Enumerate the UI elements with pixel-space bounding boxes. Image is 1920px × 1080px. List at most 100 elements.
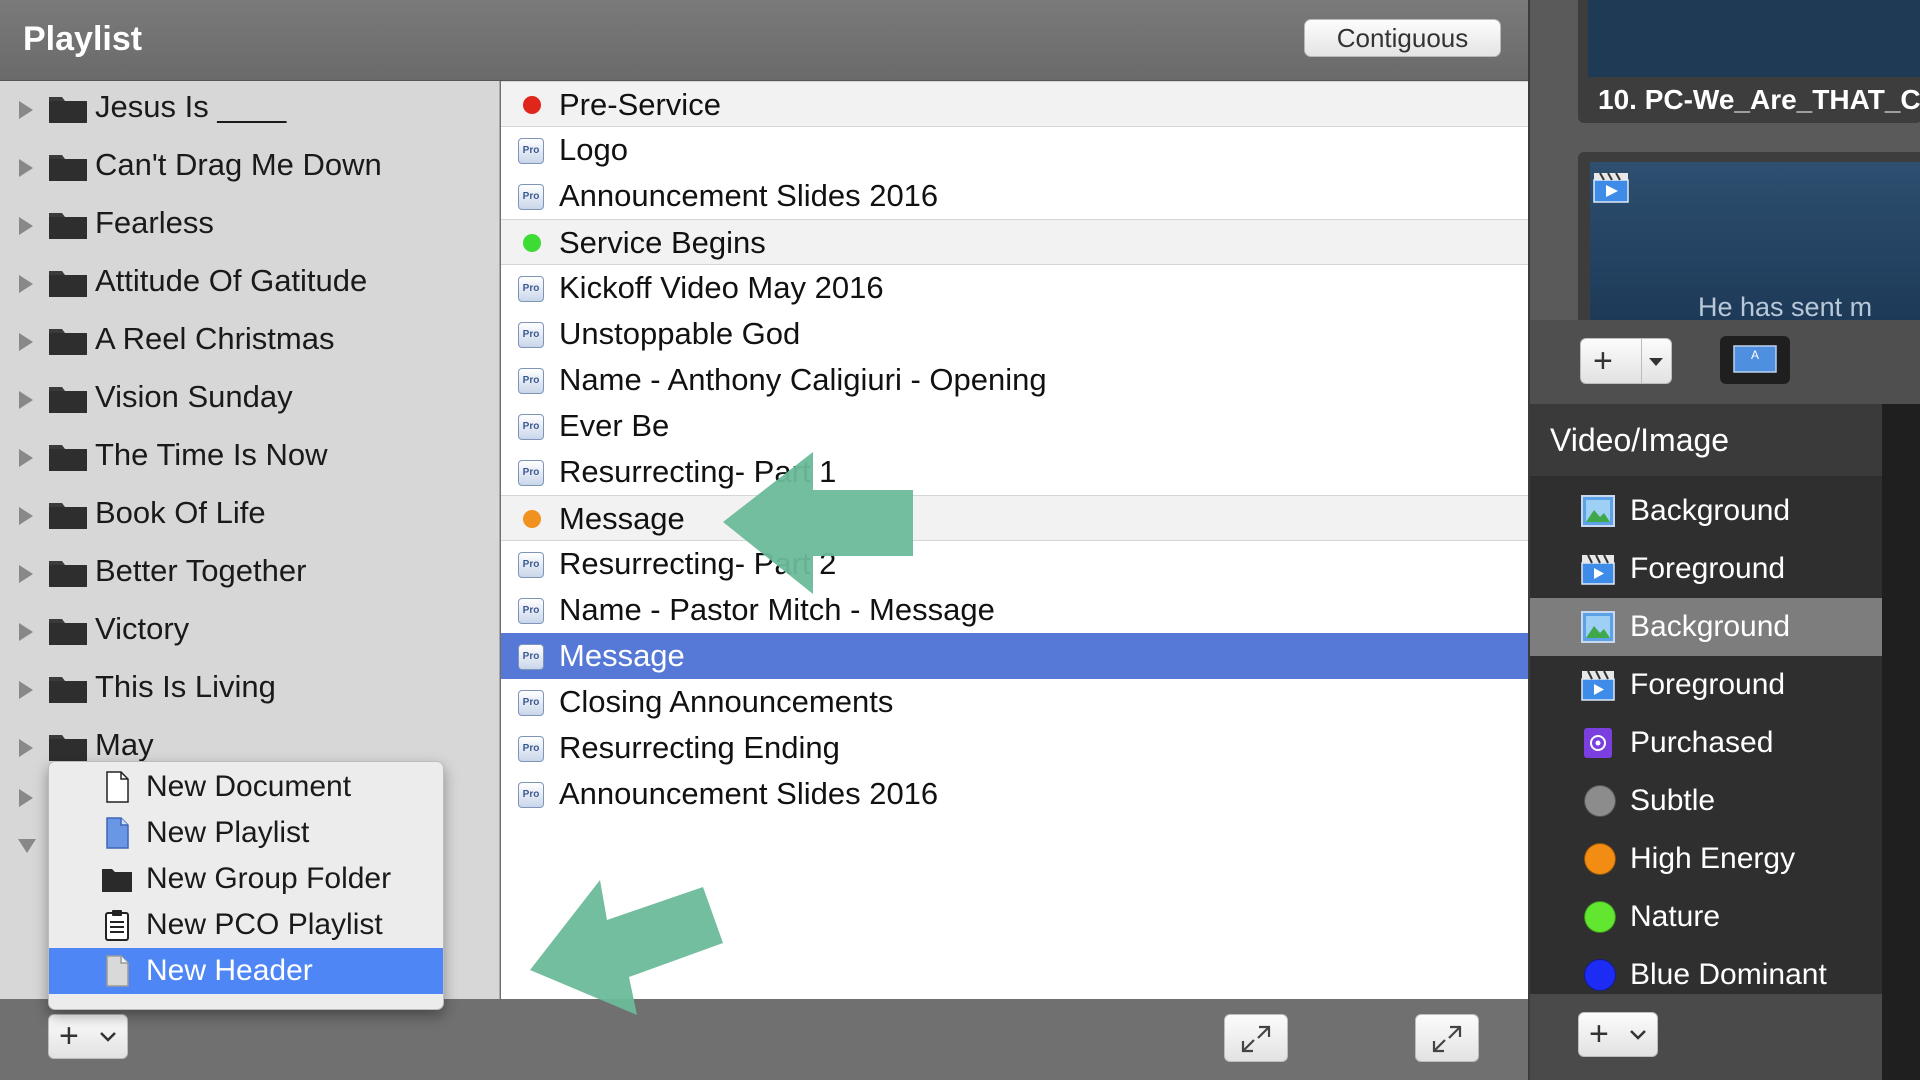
sidebar-folder[interactable]: Better Together (0, 545, 500, 603)
slide-thumbnail[interactable]: 10. PC-We_Are_THAT_C (1578, 0, 1920, 123)
video-clip-icon (1581, 554, 1615, 585)
disclosure-triangle-icon[interactable] (19, 159, 33, 177)
clipboard-icon (105, 910, 129, 941)
sidebar-folder[interactable]: A Reel Christmas (0, 313, 500, 371)
dropdown-arrow-icon (1649, 358, 1663, 366)
video-image-item-label: Background (1630, 610, 1791, 643)
header-icon (106, 955, 129, 987)
playlist-item-row[interactable]: Pro Name - Pastor Mitch - Message (501, 587, 1528, 633)
folder-icon (49, 387, 87, 413)
sidebar-folder-label: Book Of Life (95, 495, 266, 530)
playlist-item-row[interactable]: Pro Resurrecting Ending (501, 725, 1528, 771)
video-image-item-label: Foreground (1630, 668, 1786, 701)
sidebar-folder[interactable]: Can't Drag Me Down (0, 139, 500, 197)
playlist-item-label: Name - Anthony Caligiuri - Opening (559, 362, 1047, 397)
disclosure-triangle-icon[interactable] (19, 101, 33, 119)
folder-icon (49, 677, 87, 703)
menu-item-new-group-folder[interactable]: New Group Folder (49, 856, 443, 902)
disclosure-triangle-icon[interactable] (19, 449, 33, 467)
playlist-item-label: Message (559, 638, 685, 673)
add-media-button[interactable]: + (1578, 1012, 1658, 1057)
playlist-item-row[interactable]: Pro Resurrecting- Part 2 (501, 541, 1528, 587)
video-clip-icon (1593, 172, 1629, 203)
disclosure-triangle-icon[interactable] (19, 275, 33, 293)
menu-item-new-pco-playlist[interactable]: New PCO Playlist (49, 902, 443, 948)
sidebar-folder-label: Better Together (95, 553, 307, 588)
sidebar-folder[interactable]: This Is Living (0, 661, 500, 719)
playlist-item-row[interactable]: Pro Announcement Slides 2016 (501, 173, 1528, 219)
purchased-icon (1584, 728, 1612, 758)
disclosure-triangle-down-icon[interactable] (18, 839, 36, 853)
menu-item-new-playlist[interactable]: New Playlist (49, 810, 443, 856)
disclosure-triangle-icon[interactable] (19, 507, 33, 525)
color-dot-icon (1584, 959, 1616, 991)
playlist-item-label: Kickoff Video May 2016 (559, 270, 884, 305)
disclosure-triangle-icon[interactable] (19, 565, 33, 583)
playlist-item-row[interactable]: Pro Kickoff Video May 2016 (501, 265, 1528, 311)
sidebar-folder-label: Fearless (95, 205, 214, 240)
menu-item-new-header[interactable]: New Header (49, 948, 443, 994)
playlist-header-row[interactable]: Pre-Service (501, 81, 1528, 127)
expand-button-2[interactable] (1415, 1014, 1479, 1062)
pro-document-icon: Pro (518, 276, 544, 302)
sidebar-folder[interactable]: The Time Is Now (0, 429, 500, 487)
playlist-header-row[interactable]: Service Begins (501, 219, 1528, 265)
disclosure-triangle-icon[interactable] (19, 623, 33, 641)
video-image-item-label: Subtle (1630, 784, 1716, 817)
video-image-toolbar: + (1530, 994, 1882, 1080)
contiguous-button[interactable]: Contiguous (1304, 19, 1501, 57)
expand-button[interactable] (1224, 1014, 1288, 1062)
playlist-item-row[interactable]: Pro Message (501, 633, 1528, 679)
disclosure-triangle-icon[interactable] (19, 739, 33, 757)
add-menu-button[interactable]: + (48, 1014, 128, 1059)
playlist-items: Pre-Service Pro Logo Pro Announcement Slides… (501, 81, 1528, 999)
right-scroll-strip[interactable] (1882, 404, 1920, 1080)
playlist-item-label: Closing Announcements (559, 684, 894, 719)
plus-icon: + (1589, 1015, 1609, 1053)
video-image-item[interactable]: Foreground (1530, 540, 1882, 598)
video-image-item[interactable]: Nature (1530, 888, 1882, 946)
sidebar-folder[interactable]: Victory (0, 603, 500, 661)
video-image-item[interactable]: Background (1530, 482, 1882, 540)
playlist-header: Playlist Contiguous (0, 0, 1528, 81)
sidebar-folder[interactable]: Jesus Is ____ (0, 81, 500, 139)
slide-thumbnail-label: 10. PC-We_Are_THAT_C (1598, 84, 1920, 115)
video-image-item-label: High Energy (1630, 842, 1796, 875)
playlist-item-row[interactable]: Pro Announcement Slides 2016 (501, 771, 1528, 817)
disclosure-triangle-icon[interactable] (19, 333, 33, 351)
folder-icon (102, 869, 132, 892)
video-image-item[interactable]: Purchased (1530, 714, 1882, 772)
playlist-item-row[interactable]: Pro Unstoppable God (501, 311, 1528, 357)
color-dot-icon (1584, 785, 1616, 817)
folder-icon (49, 271, 87, 297)
disclosure-triangle-icon[interactable] (19, 217, 33, 235)
pro-document-icon: Pro (518, 782, 544, 808)
playlist-item-row[interactable]: Pro Name - Anthony Caligiuri - Opening (501, 357, 1528, 403)
playlist-item-row[interactable]: Pro Ever Be (501, 403, 1528, 449)
playlist-item-row[interactable]: Pro Resurrecting- Part 1 (501, 449, 1528, 495)
playlist-item-row[interactable]: Pro Logo (501, 127, 1528, 173)
disclosure-triangle-icon[interactable] (19, 789, 33, 807)
pro-document-icon: Pro (518, 690, 544, 716)
folder-icon (49, 735, 87, 761)
annotation-arrow-icon (723, 452, 913, 594)
playlist-header-row[interactable]: Message (501, 495, 1528, 541)
text-layer-button[interactable]: A (1720, 336, 1790, 384)
menu-item-new-document[interactable]: New Document (49, 764, 443, 810)
disclosure-triangle-icon[interactable] (19, 681, 33, 699)
sidebar-folder[interactable]: Book Of Life (0, 487, 500, 545)
disclosure-triangle-icon[interactable] (19, 391, 33, 409)
sidebar-folder[interactable]: Vision Sunday (0, 371, 500, 429)
video-image-item[interactable]: Foreground (1530, 656, 1882, 714)
add-cue-button[interactable]: + (1580, 338, 1672, 384)
pro-document-icon: Pro (518, 138, 544, 164)
video-image-item[interactable]: High Energy (1530, 830, 1882, 888)
playlist-item-row[interactable]: Pro Closing Announcements (501, 679, 1528, 725)
expand-icon (1432, 1025, 1462, 1053)
sidebar-folder[interactable]: Attitude Of Gatitude (0, 255, 500, 313)
slide-thumbnail-2[interactable]: He has sent m (1578, 152, 1920, 320)
video-image-item-label: Purchased (1630, 726, 1774, 759)
video-image-item[interactable]: Background (1530, 598, 1882, 656)
sidebar-folder[interactable]: Fearless (0, 197, 500, 255)
video-image-item[interactable]: Subtle (1530, 772, 1882, 830)
